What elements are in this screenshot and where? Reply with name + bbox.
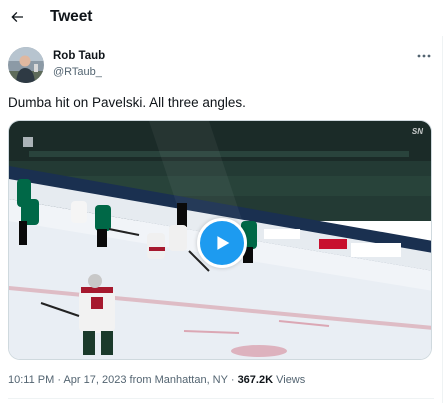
column-border [442,36,443,403]
broadcast-watermark: SN [411,127,423,136]
video-player[interactable]: SN [8,120,432,360]
tweet-time[interactable]: 10:11 PM [8,374,54,386]
avatar[interactable] [8,47,44,83]
arrow-left-icon [11,12,23,22]
views-count[interactable]: 367.2K [238,374,273,386]
top-bar: Tweet [0,0,446,36]
more-horizontal-icon [417,54,431,58]
meta-separator: · [57,374,62,386]
play-button[interactable] [197,218,247,268]
tweet-meta: 10:11 PM · Apr 17, 2023 from Manhattan, … [8,374,305,386]
back-button[interactable] [6,6,28,28]
more-button[interactable] [414,48,434,64]
meta-separator: · [230,374,235,386]
author-handle[interactable]: @RTaub_ [53,66,102,78]
play-icon [217,236,230,250]
page-title: Tweet [50,8,93,25]
tweet-text: Dumba hit on Pavelski. All three angles. [8,95,246,110]
author-name[interactable]: Rob Taub [53,50,105,62]
tweet-location: from Manhattan, NY [129,374,228,386]
tweet-date[interactable]: Apr 17, 2023 [63,374,126,386]
views-label: Views [276,374,306,386]
divider [8,398,434,399]
